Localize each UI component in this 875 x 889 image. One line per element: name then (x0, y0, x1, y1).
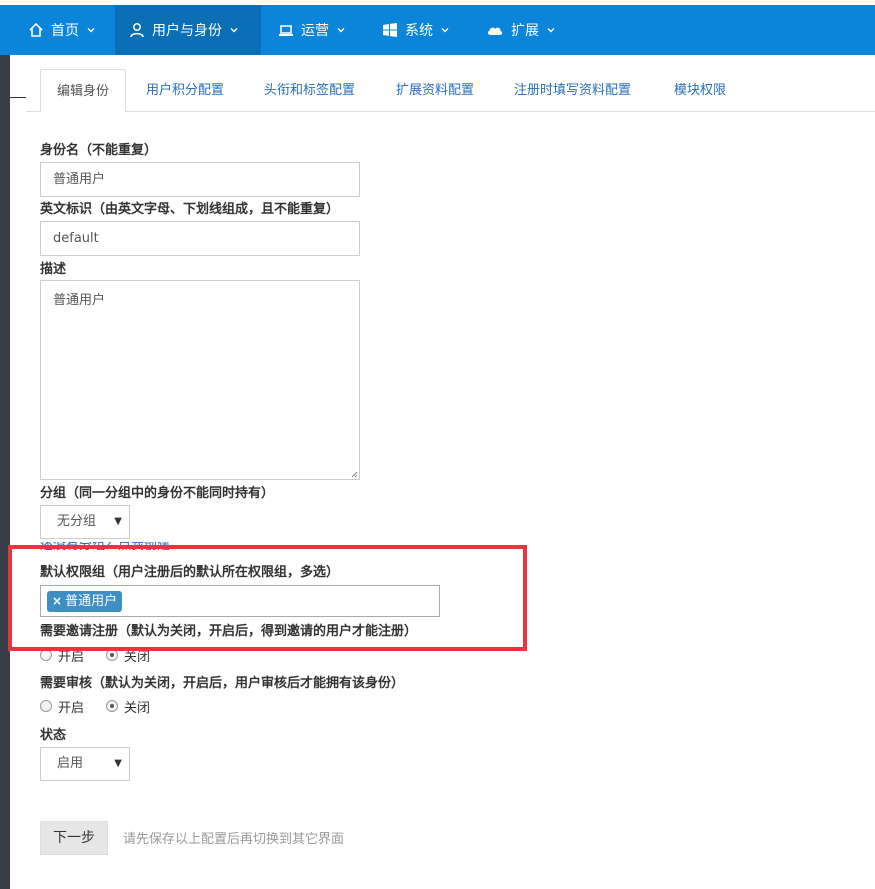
dropdown-arrow-icon: ▼ (114, 516, 122, 527)
description-text: 普通用户 (53, 293, 106, 308)
dropdown-arrow-icon: ▼ (114, 758, 122, 769)
tab-titles-tags[interactable]: 头衔和标签配置 (248, 69, 371, 112)
next-step-button[interactable]: 下一步 (40, 821, 108, 855)
tab-edit-identity[interactable]: 编辑身份 (40, 69, 127, 113)
tab-extended-profile[interactable]: 扩展资料配置 (380, 69, 490, 112)
nav-item-operations[interactable]: 运营 (264, 5, 366, 55)
tab-label: 头衔和标签配置 (264, 83, 356, 98)
divider (10, 97, 26, 98)
group-select-value: 无分组 (57, 514, 97, 529)
tab-user-points[interactable]: 用户积分配置 (130, 69, 240, 112)
description-label: 描述 (40, 262, 67, 277)
nav-item-label: 运营 (301, 23, 329, 39)
audit-off-radio[interactable] (106, 700, 119, 712)
tab-registration-profile[interactable]: 注册时填写资料配置 (498, 69, 647, 112)
nav-item-system[interactable]: 系统 (368, 5, 470, 55)
nav-item-home[interactable]: 首页 (14, 5, 116, 55)
chevron-down-icon (230, 28, 238, 33)
cloud-icon (487, 27, 503, 35)
tab-bar: 编辑身份 用户积分配置 头衔和标签配置 扩展资料配置 注册时填写资料配置 模块权… (26, 69, 875, 113)
nav-item-label: 扩展 (511, 23, 539, 39)
highlight-box (8, 545, 527, 651)
laptop-icon (279, 25, 293, 36)
tab-label: 注册时填写资料配置 (514, 83, 632, 98)
identity-name-input[interactable]: 普通用户 (40, 162, 360, 197)
tab-label: 用户积分配置 (146, 83, 225, 98)
description-textarea[interactable]: 普通用户 (40, 280, 360, 480)
tab-label: 编辑身份 (57, 84, 110, 99)
nav-item-label: 用户与身份 (152, 23, 222, 39)
home-icon (29, 22, 43, 37)
chevron-down-icon (337, 28, 345, 33)
group-select[interactable]: 无分组 ▼ (40, 505, 130, 539)
group-label: 分组（同一分组中的身份不能同时持有） (40, 486, 275, 501)
windows-icon (383, 23, 397, 37)
status-select-value: 启用 (57, 756, 84, 771)
nav-item-extensions[interactable]: 扩展 (472, 5, 576, 55)
nav-item-label: 系统 (405, 23, 433, 39)
alias-input[interactable]: default (40, 221, 360, 256)
top-nav-bar: 首页 用户与身份 运营 系统 扩展 (0, 5, 875, 55)
user-icon (130, 23, 144, 38)
left-sidebar-strip (0, 55, 10, 889)
chevron-down-icon (547, 28, 555, 33)
chevron-down-icon (441, 28, 449, 33)
audit-off-label: 关闭 (124, 700, 151, 716)
tab-module-permissions[interactable]: 模块权限 (658, 69, 742, 112)
audit-radio-group: 开启 关闭 (40, 698, 172, 716)
alias-label: 英文标识（由英文字母、下划线组成，且不能重复） (40, 202, 340, 217)
audit-on-label: 开启 (58, 700, 85, 716)
identity-name-label: 身份名（不能重复） (40, 143, 158, 158)
status-select[interactable]: 启用 ▼ (40, 747, 130, 781)
tab-label: 扩展资料配置 (396, 83, 475, 98)
nav-item-label: 首页 (51, 23, 79, 39)
status-label: 状态 (40, 728, 67, 743)
resize-grip-icon[interactable] (350, 470, 358, 478)
tab-label: 模块权限 (674, 83, 727, 98)
nav-item-users[interactable]: 用户与身份 (115, 5, 261, 55)
audit-on-radio[interactable] (40, 700, 52, 712)
audit-label: 需要审核（默认为关闭，开启后，用户审核后才能拥有该身份） (40, 676, 405, 691)
save-hint-text: 请先保存以上配置后再切换到其它界面 (123, 832, 345, 847)
chevron-down-icon (87, 28, 95, 33)
